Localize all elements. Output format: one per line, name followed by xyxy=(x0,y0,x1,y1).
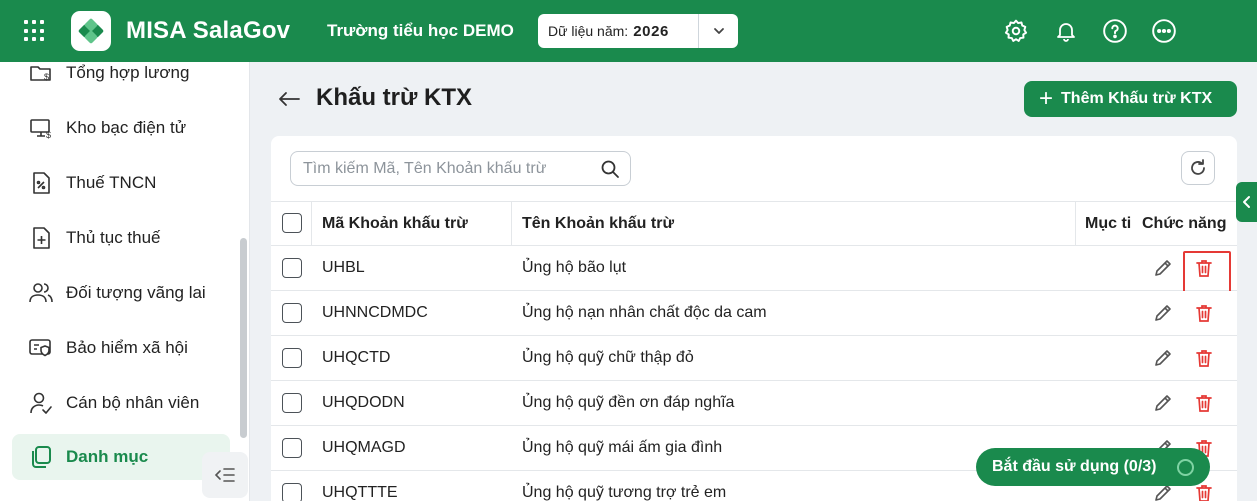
shield-card-icon xyxy=(26,333,56,363)
sidebar-item-label: Cán bộ nhân viên xyxy=(66,393,200,412)
plus-icon: + xyxy=(1039,85,1054,112)
row-code: UHQDODN xyxy=(322,394,405,411)
table-row[interactable]: UHQDODN Ủng hộ quỹ đền ơn đáp nghĩa xyxy=(271,381,1237,426)
document-plus-icon xyxy=(26,223,56,253)
sidebar-item-label: Tổng hợp lương xyxy=(66,63,190,82)
pencil-icon[interactable] xyxy=(1152,302,1174,324)
row-code: UHNNCDMDC xyxy=(322,304,428,321)
misa-logo[interactable] xyxy=(71,11,111,51)
year-select-value: 2026 xyxy=(633,22,669,40)
app-grid-icon[interactable] xyxy=(24,20,46,42)
sidebar-item-label: Đối tượng vãng lai xyxy=(66,283,206,302)
column-divider xyxy=(511,202,512,246)
pencil-icon[interactable] xyxy=(1152,257,1174,279)
trash-icon[interactable] xyxy=(1193,302,1215,324)
table-row[interactable]: UHNNCDMDC Ủng hộ nạn nhân chất độc da ca… xyxy=(271,291,1237,336)
bell-icon[interactable] xyxy=(1052,17,1080,45)
column-header-code[interactable]: Mã Khoản khấu trừ xyxy=(322,202,468,246)
row-name: Ủng hộ quỹ tương trợ trẻ em xyxy=(522,484,727,501)
sidebar-item-label: Kho bạc điện tử xyxy=(66,118,187,137)
trash-icon[interactable] xyxy=(1193,257,1215,279)
sidebar: $ Tổng hợp lương $ Kho bạc điện tử Thuế … xyxy=(0,62,250,501)
sidebar-item-label: Bảo hiểm xã hội xyxy=(66,338,188,357)
select-all-checkbox[interactable] xyxy=(282,213,302,233)
row-code: UHQCTD xyxy=(322,349,391,366)
copy-icon xyxy=(26,442,56,472)
refresh-button[interactable] xyxy=(1181,151,1215,185)
row-name: Ủng hộ quỹ mái ấm gia đình xyxy=(522,439,723,456)
year-select[interactable]: Dữ liệu năm: 2026 xyxy=(538,14,738,48)
add-deduction-button[interactable]: + Thêm Khấu trừ KTX xyxy=(1024,81,1237,117)
school-name: Trường tiểu học DEMO xyxy=(327,21,514,40)
year-select-label: Dữ liệu năm: xyxy=(548,23,629,39)
row-name: Ủng hộ quỹ chữ thập đỏ xyxy=(522,349,694,366)
column-divider xyxy=(1075,202,1076,246)
table-row[interactable]: UHQCTD Ủng hộ quỹ chữ thập đỏ xyxy=(271,336,1237,381)
row-checkbox[interactable] xyxy=(282,303,302,323)
row-code: UHBL xyxy=(322,259,365,276)
table-row[interactable]: UHBL Ủng hộ bão lụt xyxy=(271,246,1237,293)
sidebar-item-kho-bac[interactable]: $ Kho bạc điện tử xyxy=(12,105,230,151)
row-name: Ủng hộ nạn nhân chất độc da cam xyxy=(522,304,767,321)
sidebar-item-bao-hiem-xa-hoi[interactable]: Bảo hiểm xã hội xyxy=(12,325,230,371)
getting-started-button[interactable]: Bắt đầu sử dụng (0/3) xyxy=(976,448,1210,486)
trash-icon[interactable] xyxy=(1193,392,1215,414)
row-checkbox[interactable] xyxy=(282,483,302,501)
percent-document-icon xyxy=(26,168,56,198)
column-header-actions: Chức năng xyxy=(1142,215,1227,232)
search-icon[interactable] xyxy=(600,159,620,179)
sidebar-item-doi-tuong-vang-lai[interactable]: Đối tượng vãng lai xyxy=(12,270,230,316)
sidebar-item-label: Danh mục xyxy=(66,447,149,466)
column-header-name[interactable]: Tên Khoản khấu trừ xyxy=(522,202,674,246)
row-checkbox[interactable] xyxy=(282,438,302,458)
progress-ring-icon xyxy=(1177,459,1194,476)
column-divider xyxy=(311,202,312,246)
user-check-icon xyxy=(26,388,56,418)
sidebar-item-label: Thuế TNCN xyxy=(66,173,157,192)
row-checkbox[interactable] xyxy=(282,258,302,278)
row-code: UHQTTTE xyxy=(322,484,398,501)
sidebar-item-thue-tncn[interactable]: Thuế TNCN xyxy=(12,160,230,206)
row-name: Ủng hộ bão lụt xyxy=(522,259,627,276)
table-header: Mã Khoản khấu trừ Tên Khoản khấu trừ Mục… xyxy=(271,201,1237,246)
gear-icon[interactable] xyxy=(1002,17,1030,45)
getting-started-label: Bắt đầu sử dụng (0/3) xyxy=(992,458,1157,475)
search-input[interactable] xyxy=(303,159,593,178)
help-icon[interactable] xyxy=(1101,17,1129,45)
sidebar-item-can-bo-nhan-vien[interactable]: Cán bộ nhân viên xyxy=(12,380,230,426)
sidebar-item-label: Thủ tục thuế xyxy=(66,228,161,247)
row-checkbox[interactable] xyxy=(282,348,302,368)
refresh-icon xyxy=(1191,159,1205,175)
row-checkbox[interactable] xyxy=(282,393,302,413)
collapse-sidebar-icon[interactable] xyxy=(202,452,248,498)
monitor-dollar-icon: $ xyxy=(26,113,56,143)
brand-name: MISA SalaGov xyxy=(126,17,291,44)
more-icon[interactable] xyxy=(1150,17,1178,45)
sidebar-item-tong-hop-luong[interactable]: $ Tổng hợp lương xyxy=(12,50,230,96)
chevron-left-icon[interactable] xyxy=(1236,182,1257,222)
sidebar-scrollbar[interactable] xyxy=(240,238,247,438)
column-header-target[interactable]: Mục ti xyxy=(1085,202,1133,246)
row-name: Ủng hộ quỹ đền ơn đáp nghĩa xyxy=(522,394,735,411)
chevron-down-icon[interactable] xyxy=(698,14,738,48)
folder-dollar-icon: $ xyxy=(26,58,56,88)
svg-text:$: $ xyxy=(44,72,49,82)
pencil-icon[interactable] xyxy=(1152,347,1174,369)
row-code: UHQMAGD xyxy=(322,439,406,456)
svg-text:$: $ xyxy=(46,130,51,140)
back-arrow-icon[interactable] xyxy=(276,86,302,112)
page-title: Khấu trừ KTX xyxy=(316,84,473,111)
deductions-panel: Mã Khoản khấu trừ Tên Khoản khấu trừ Mục… xyxy=(271,136,1237,501)
trash-icon[interactable] xyxy=(1193,347,1215,369)
sidebar-item-danh-muc[interactable]: Danh mục xyxy=(12,434,230,480)
search-box[interactable] xyxy=(290,151,631,186)
users-icon xyxy=(26,278,56,308)
sidebar-item-thu-tuc-thue[interactable]: Thủ tục thuế xyxy=(12,215,230,261)
add-deduction-label: Thêm Khấu trừ KTX xyxy=(1061,90,1213,107)
pencil-icon[interactable] xyxy=(1152,392,1174,414)
